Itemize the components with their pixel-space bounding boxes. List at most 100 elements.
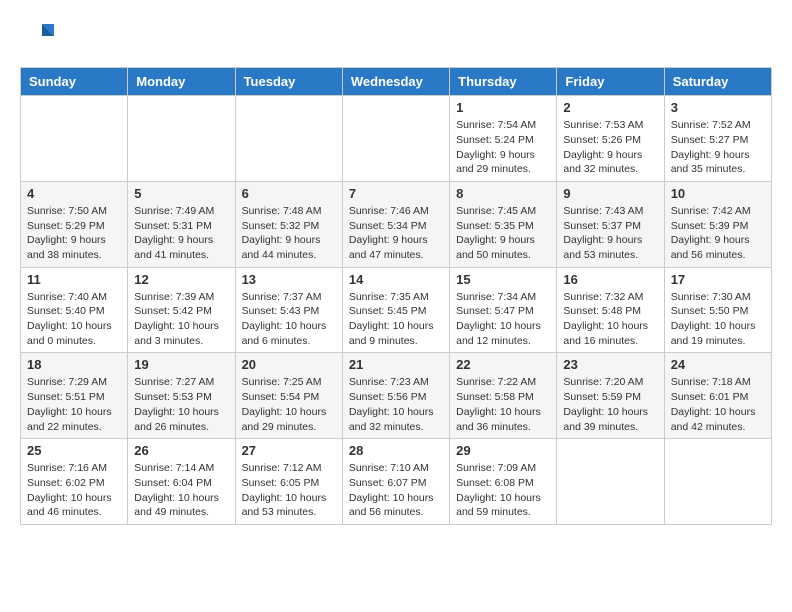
day-info: Sunrise: 7:42 AM Sunset: 5:39 PM Dayligh… [671, 204, 765, 263]
day-info: Sunrise: 7:34 AM Sunset: 5:47 PM Dayligh… [456, 290, 550, 349]
day-number: 26 [134, 443, 228, 458]
column-header-tuesday: Tuesday [235, 68, 342, 96]
day-number: 16 [563, 272, 657, 287]
day-number: 13 [242, 272, 336, 287]
calendar-cell [664, 439, 771, 525]
day-info: Sunrise: 7:20 AM Sunset: 5:59 PM Dayligh… [563, 375, 657, 434]
calendar-cell: 3 Sunrise: 7:52 AM Sunset: 5:27 PM Daylig… [664, 96, 771, 182]
day-number: 6 [242, 186, 336, 201]
day-number: 22 [456, 357, 550, 372]
calendar-header-row: SundayMondayTuesdayWednesdayThursdayFrid… [21, 68, 772, 96]
calendar-cell: 1 Sunrise: 7:54 AM Sunset: 5:24 PM Daylig… [450, 96, 557, 182]
day-info: Sunrise: 7:32 AM Sunset: 5:48 PM Dayligh… [563, 290, 657, 349]
day-info: Sunrise: 7:18 AM Sunset: 6:01 PM Dayligh… [671, 375, 765, 434]
day-number: 9 [563, 186, 657, 201]
calendar-cell: 9 Sunrise: 7:43 AM Sunset: 5:37 PM Daylig… [557, 181, 664, 267]
day-info: Sunrise: 7:49 AM Sunset: 5:31 PM Dayligh… [134, 204, 228, 263]
calendar-cell: 18 Sunrise: 7:29 AM Sunset: 5:51 PM Dayli… [21, 353, 128, 439]
calendar-cell: 7 Sunrise: 7:46 AM Sunset: 5:34 PM Daylig… [342, 181, 449, 267]
day-number: 5 [134, 186, 228, 201]
calendar-cell: 22 Sunrise: 7:22 AM Sunset: 5:58 PM Dayli… [450, 353, 557, 439]
page-header [20, 20, 772, 57]
calendar-cell [21, 96, 128, 182]
column-header-monday: Monday [128, 68, 235, 96]
day-number: 25 [27, 443, 121, 458]
column-header-sunday: Sunday [21, 68, 128, 96]
column-header-wednesday: Wednesday [342, 68, 449, 96]
calendar-cell: 8Sunrise: 7:45 AM Sunset: 5:35 PM Daylig… [450, 181, 557, 267]
day-number: 18 [27, 357, 121, 372]
day-number: 28 [349, 443, 443, 458]
calendar-cell: 23Sunrise: 7:20 AM Sunset: 5:59 PM Dayli… [557, 353, 664, 439]
day-number: 10 [671, 186, 765, 201]
day-info: Sunrise: 7:52 AM Sunset: 5:27 PM Dayligh… [671, 118, 765, 177]
day-number: 4 [27, 186, 121, 201]
calendar-cell: 20 Sunrise: 7:25 AM Sunset: 5:54 PM Dayli… [235, 353, 342, 439]
column-header-thursday: Thursday [450, 68, 557, 96]
day-info: Sunrise: 7:25 AM Sunset: 5:54 PM Dayligh… [242, 375, 336, 434]
calendar-cell [342, 96, 449, 182]
calendar-cell: 28 Sunrise: 7:10 AM Sunset: 6:07 PM Dayli… [342, 439, 449, 525]
calendar-week-row: 4 Sunrise: 7:50 AM Sunset: 5:29 PM Daylig… [21, 181, 772, 267]
day-info: Sunrise: 7:09 AM Sunset: 6:08 PM Dayligh… [456, 461, 550, 520]
day-info: Sunrise: 7:40 AM Sunset: 5:40 PM Dayligh… [27, 290, 121, 349]
day-info: Sunrise: 7:16 AM Sunset: 6:02 PM Dayligh… [27, 461, 121, 520]
calendar-cell: 21 Sunrise: 7:23 AM Sunset: 5:56 PM Dayli… [342, 353, 449, 439]
calendar-cell: 2Sunrise: 7:53 AM Sunset: 5:26 PM Daylig… [557, 96, 664, 182]
day-info: Sunrise: 7:10 AM Sunset: 6:07 PM Dayligh… [349, 461, 443, 520]
day-info: Sunrise: 7:14 AM Sunset: 6:04 PM Dayligh… [134, 461, 228, 520]
calendar-cell: 16 Sunrise: 7:32 AM Sunset: 5:48 PM Dayli… [557, 267, 664, 353]
calendar-cell: 10 Sunrise: 7:42 AM Sunset: 5:39 PM Dayli… [664, 181, 771, 267]
day-info: Sunrise: 7:39 AM Sunset: 5:42 PM Dayligh… [134, 290, 228, 349]
calendar-cell: 5 Sunrise: 7:49 AM Sunset: 5:31 PM Daylig… [128, 181, 235, 267]
day-number: 21 [349, 357, 443, 372]
day-info: Sunrise: 7:22 AM Sunset: 5:58 PM Dayligh… [456, 375, 550, 434]
day-info: Sunrise: 7:27 AM Sunset: 5:53 PM Dayligh… [134, 375, 228, 434]
calendar-cell: 26 Sunrise: 7:14 AM Sunset: 6:04 PM Dayli… [128, 439, 235, 525]
calendar-cell: 25 Sunrise: 7:16 AM Sunset: 6:02 PM Dayli… [21, 439, 128, 525]
day-info: Sunrise: 7:45 AM Sunset: 5:35 PM Dayligh… [456, 204, 550, 263]
day-number: 7 [349, 186, 443, 201]
day-number: 24 [671, 357, 765, 372]
day-info: Sunrise: 7:29 AM Sunset: 5:51 PM Dayligh… [27, 375, 121, 434]
column-header-friday: Friday [557, 68, 664, 96]
calendar-cell: 11 Sunrise: 7:40 AM Sunset: 5:40 PM Dayli… [21, 267, 128, 353]
day-info: Sunrise: 7:23 AM Sunset: 5:56 PM Dayligh… [349, 375, 443, 434]
day-info: Sunrise: 7:43 AM Sunset: 5:37 PM Dayligh… [563, 204, 657, 263]
day-number: 14 [349, 272, 443, 287]
day-number: 27 [242, 443, 336, 458]
calendar-cell [128, 96, 235, 182]
calendar-cell: 4 Sunrise: 7:50 AM Sunset: 5:29 PM Daylig… [21, 181, 128, 267]
calendar-cell: 6 Sunrise: 7:48 AM Sunset: 5:32 PM Daylig… [235, 181, 342, 267]
day-number: 17 [671, 272, 765, 287]
day-number: 20 [242, 357, 336, 372]
calendar-cell [557, 439, 664, 525]
calendar-cell: 13 Sunrise: 7:37 AM Sunset: 5:43 PM Dayli… [235, 267, 342, 353]
day-info: Sunrise: 7:12 AM Sunset: 6:05 PM Dayligh… [242, 461, 336, 520]
calendar-week-row: 18 Sunrise: 7:29 AM Sunset: 5:51 PM Dayli… [21, 353, 772, 439]
calendar-cell: 14Sunrise: 7:35 AM Sunset: 5:45 PM Dayli… [342, 267, 449, 353]
calendar-cell: 24 Sunrise: 7:18 AM Sunset: 6:01 PM Dayli… [664, 353, 771, 439]
day-info: Sunrise: 7:50 AM Sunset: 5:29 PM Dayligh… [27, 204, 121, 263]
calendar-cell: 19 Sunrise: 7:27 AM Sunset: 5:53 PM Dayli… [128, 353, 235, 439]
day-info: Sunrise: 7:37 AM Sunset: 5:43 PM Dayligh… [242, 290, 336, 349]
calendar-week-row: 11 Sunrise: 7:40 AM Sunset: 5:40 PM Dayli… [21, 267, 772, 353]
column-header-saturday: Saturday [664, 68, 771, 96]
day-number: 11 [27, 272, 121, 287]
calendar-table: SundayMondayTuesdayWednesdayThursdayFrid… [20, 67, 772, 525]
calendar-cell: 15 Sunrise: 7:34 AM Sunset: 5:47 PM Dayli… [450, 267, 557, 353]
day-info: Sunrise: 7:53 AM Sunset: 5:26 PM Dayligh… [563, 118, 657, 177]
day-info: Sunrise: 7:54 AM Sunset: 5:24 PM Dayligh… [456, 118, 550, 177]
day-info: Sunrise: 7:48 AM Sunset: 5:32 PM Dayligh… [242, 204, 336, 263]
calendar-week-row: 25 Sunrise: 7:16 AM Sunset: 6:02 PM Dayli… [21, 439, 772, 525]
day-number: 1 [456, 100, 550, 115]
day-info: Sunrise: 7:46 AM Sunset: 5:34 PM Dayligh… [349, 204, 443, 263]
calendar-week-row: 1 Sunrise: 7:54 AM Sunset: 5:24 PM Daylig… [21, 96, 772, 182]
day-info: Sunrise: 7:30 AM Sunset: 5:50 PM Dayligh… [671, 290, 765, 349]
day-number: 15 [456, 272, 550, 287]
calendar-cell: 29 Sunrise: 7:09 AM Sunset: 6:08 PM Dayli… [450, 439, 557, 525]
calendar-cell: 27 Sunrise: 7:12 AM Sunset: 6:05 PM Dayli… [235, 439, 342, 525]
day-number: 3 [671, 100, 765, 115]
day-number: 29 [456, 443, 550, 458]
day-number: 19 [134, 357, 228, 372]
